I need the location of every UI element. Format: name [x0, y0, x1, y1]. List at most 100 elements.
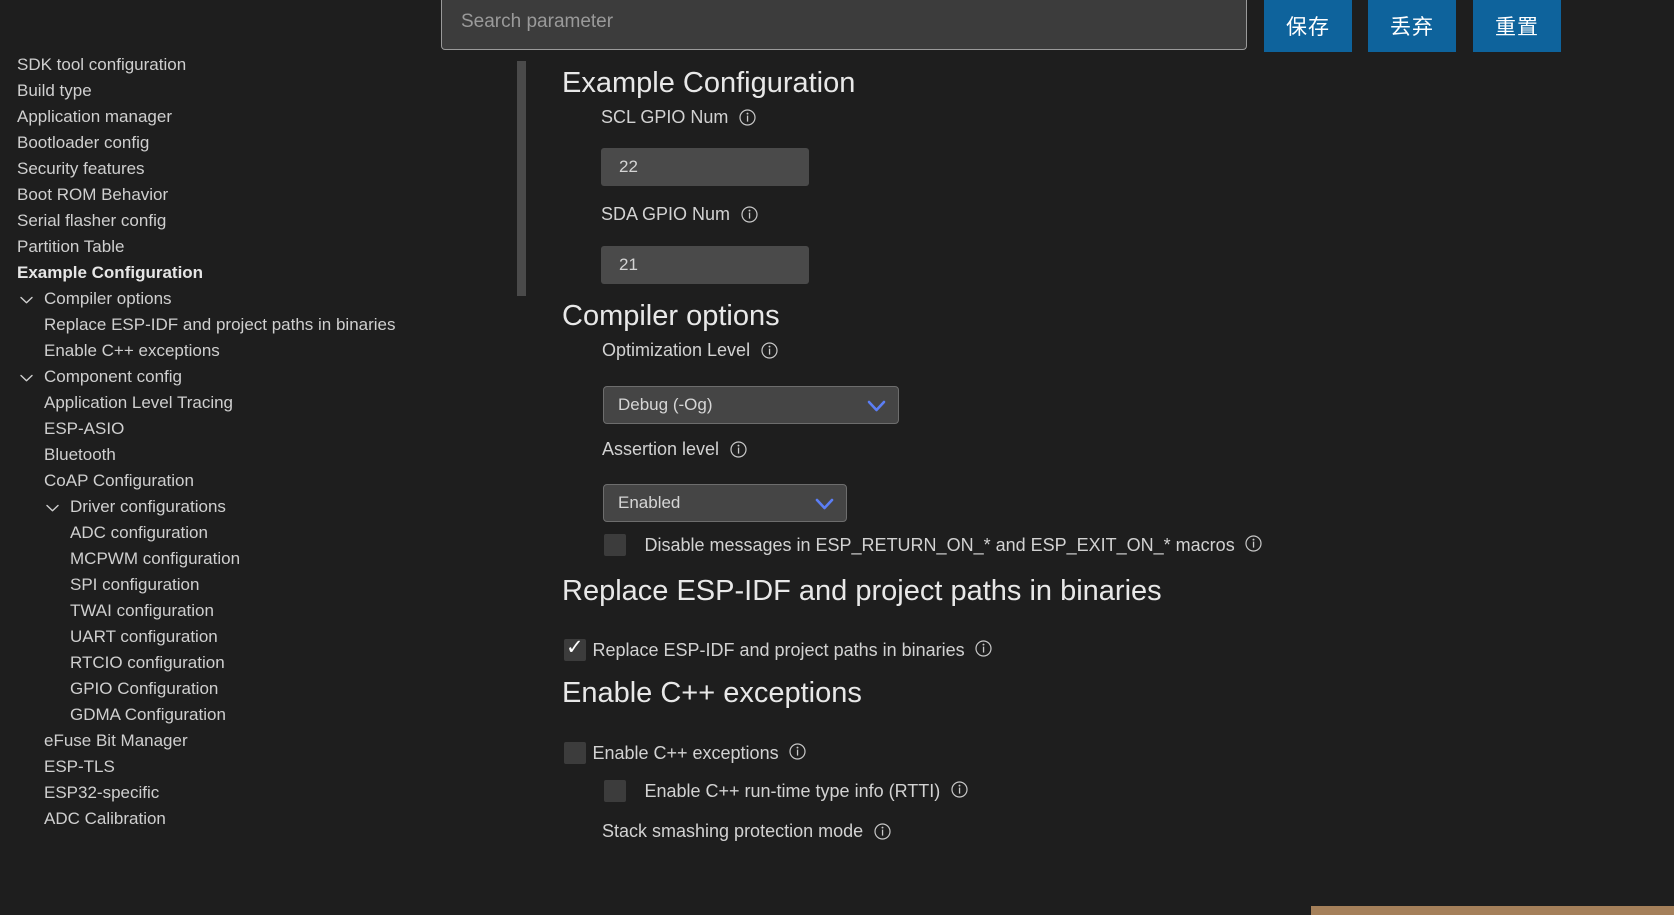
- optimization-level-select[interactable]: Debug (-Og): [603, 386, 899, 424]
- sidebar-item-compiler-options[interactable]: Compiler options: [0, 286, 500, 312]
- info-icon[interactable]: [1245, 535, 1262, 557]
- sidebar-item-adc-configuration[interactable]: ADC configuration: [0, 520, 500, 546]
- sidebar-item-efuse-bit-manager[interactable]: eFuse Bit Manager: [0, 728, 500, 754]
- sidebar-item-label: RTCIO configuration: [70, 653, 225, 672]
- sidebar-item-label: Driver configurations: [70, 497, 226, 516]
- kconfig-editor-window: 保存 丢弃 重置 SDK tool configuration Build typ…: [0, 0, 1674, 915]
- sidebar-item-label: SDK tool configuration: [17, 55, 187, 74]
- sidebar-item-label: TWAI configuration: [70, 601, 214, 620]
- enable-cpp-exceptions-row: Enable C++ exceptions: [564, 742, 806, 765]
- main-scrollbar-thumb[interactable]: [517, 61, 526, 296]
- assertion-level-label-row: Assertion level: [602, 438, 747, 463]
- sidebar-item-security-features[interactable]: Security features: [0, 156, 500, 182]
- sidebar-item-gdma-configuration[interactable]: GDMA Configuration: [0, 702, 500, 728]
- info-icon[interactable]: [739, 109, 756, 131]
- bottom-status-bar: [1311, 906, 1674, 915]
- enable-rtti-checkbox[interactable]: [604, 780, 626, 802]
- sidebar-item-label: Boot ROM Behavior: [17, 185, 169, 204]
- chevron-down-icon[interactable]: [17, 364, 35, 390]
- sidebar-item-label: GPIO Configuration: [70, 679, 219, 698]
- sidebar-item-label: ESP-TLS: [44, 757, 115, 776]
- chevron-down-icon: [867, 387, 886, 425]
- sidebar-item-gpio-configuration[interactable]: GPIO Configuration: [0, 676, 500, 702]
- sidebar-item-replace-esp-idf-and-project-paths-in-binaries[interactable]: Replace ESP-IDF and project paths in bin…: [0, 312, 500, 338]
- sidebar-item-label: Enable C++ exceptions: [44, 341, 220, 360]
- sidebar-item-build-type[interactable]: Build type: [0, 78, 500, 104]
- sidebar-item-label: ESP-ASIO: [44, 419, 125, 438]
- info-icon[interactable]: [760, 342, 778, 364]
- assertion-level-label: Assertion level: [602, 439, 720, 459]
- sidebar-item-boot-rom-behavior[interactable]: Boot ROM Behavior: [0, 182, 500, 208]
- save-button[interactable]: 保存: [1264, 0, 1352, 52]
- sidebar-item-rtcio-configuration[interactable]: RTCIO configuration: [0, 650, 500, 676]
- replace-paths-checkbox[interactable]: [564, 635, 586, 661]
- sidebar-item-label: Example Configuration: [17, 263, 204, 282]
- sidebar-item-twai-configuration[interactable]: TWAI configuration: [0, 598, 500, 624]
- sidebar-item-application-manager[interactable]: Application manager: [0, 104, 500, 130]
- info-icon[interactable]: [789, 743, 806, 765]
- scl-gpio-num-label: SCL GPIO Num: [601, 107, 729, 127]
- sidebar-item-serial-flasher-config[interactable]: Serial flasher config: [0, 208, 500, 234]
- info-icon[interactable]: [873, 823, 891, 845]
- sidebar-item-uart-configuration[interactable]: UART configuration: [0, 624, 500, 650]
- info-icon[interactable]: [951, 781, 968, 803]
- sidebar-item-sdk-tool-configuration[interactable]: SDK tool configuration: [0, 52, 500, 78]
- sidebar-item-esp-asio[interactable]: ESP-ASIO: [0, 416, 500, 442]
- sidebar-item-label: Replace ESP-IDF and project paths in bin…: [44, 315, 396, 334]
- sidebar-item-label: ADC configuration: [70, 523, 208, 542]
- sidebar-item-label: Build type: [17, 81, 92, 100]
- disable-messages-row: Disable messages in ESP_RETURN_ON_* and …: [604, 534, 1262, 557]
- optimization-level-label: Optimization Level: [602, 340, 751, 360]
- discard-button[interactable]: 丢弃: [1368, 0, 1456, 52]
- info-icon[interactable]: [729, 441, 747, 463]
- main-scrollbar[interactable]: [516, 52, 526, 915]
- chevron-down-icon: [815, 485, 834, 523]
- chevron-down-icon[interactable]: [17, 286, 35, 312]
- sidebar-item-enable-c-exceptions[interactable]: Enable C++ exceptions: [0, 338, 500, 364]
- section-heading-cpp-exceptions: Enable C++ exceptions: [562, 677, 862, 709]
- disable-messages-checkbox[interactable]: [604, 534, 626, 556]
- top-toolbar: 保存 丢弃 重置: [0, 0, 1674, 52]
- sidebar-item-coap-configuration[interactable]: CoAP Configuration: [0, 468, 500, 494]
- sidebar-item-esp-tls[interactable]: ESP-TLS: [0, 754, 500, 780]
- info-icon[interactable]: [740, 206, 758, 228]
- enable-cpp-exceptions-checkbox[interactable]: [564, 742, 586, 764]
- sidebar-item-esp32-specific[interactable]: ESP32-specific: [0, 780, 500, 806]
- sda-gpio-num-input[interactable]: [601, 246, 809, 284]
- navigation-sidebar[interactable]: SDK tool configuration Build type Applicat…: [0, 52, 500, 915]
- info-icon[interactable]: [975, 640, 992, 662]
- sidebar-item-driver-configurations[interactable]: Driver configurations: [0, 494, 500, 520]
- reset-button[interactable]: 重置: [1473, 0, 1561, 52]
- sidebar-item-label: eFuse Bit Manager: [44, 731, 188, 750]
- sidebar-item-adc-calibration[interactable]: ADC Calibration: [0, 806, 500, 832]
- section-heading-replace-paths: Replace ESP-IDF and project paths in bin…: [562, 575, 1162, 607]
- assertion-level-select[interactable]: Enabled: [603, 484, 847, 522]
- settings-panel: Example Configuration SCL GPIO Num SDA G…: [516, 52, 1674, 915]
- sidebar-item-component-config[interactable]: Component config: [0, 364, 500, 390]
- scl-gpio-num-input[interactable]: [601, 148, 809, 186]
- sidebar-item-bootloader-config[interactable]: Bootloader config: [0, 130, 500, 156]
- sidebar-item-bluetooth[interactable]: Bluetooth: [0, 442, 500, 468]
- sidebar-item-label: Application Level Tracing: [44, 393, 234, 412]
- enable-rtti-label: Enable C++ run-time type info (RTTI): [644, 780, 941, 801]
- sidebar-item-example-configuration[interactable]: Example Configuration: [0, 260, 500, 286]
- search-input[interactable]: [441, 0, 1247, 50]
- sda-gpio-num-label-row: SDA GPIO Num: [601, 203, 758, 228]
- sidebar-item-label: SPI configuration: [70, 575, 200, 594]
- stack-smashing-label-row: Stack smashing protection mode: [602, 820, 891, 845]
- enable-cpp-exceptions-label: Enable C++ exceptions: [592, 742, 779, 763]
- sidebar-item-label: Bootloader config: [17, 133, 150, 152]
- sidebar-item-label: CoAP Configuration: [44, 471, 194, 490]
- disable-messages-label: Disable messages in ESP_RETURN_ON_* and …: [644, 534, 1235, 555]
- sidebar-item-label: ESP32-specific: [44, 783, 160, 802]
- sidebar-item-application-level-tracing[interactable]: Application Level Tracing: [0, 390, 500, 416]
- sidebar-item-partition-table[interactable]: Partition Table: [0, 234, 500, 260]
- sidebar-item-label: UART configuration: [70, 627, 218, 646]
- chevron-down-icon[interactable]: [43, 494, 61, 520]
- sidebar-item-label: MCPWM configuration: [70, 549, 241, 568]
- sidebar-item-spi-configuration[interactable]: SPI configuration: [0, 572, 500, 598]
- sidebar-item-label: GDMA Configuration: [70, 705, 226, 724]
- section-heading-example-configuration: Example Configuration: [562, 67, 856, 99]
- section-heading-compiler-options: Compiler options: [562, 300, 780, 332]
- sidebar-item-mcpwm-configuration[interactable]: MCPWM configuration: [0, 546, 500, 572]
